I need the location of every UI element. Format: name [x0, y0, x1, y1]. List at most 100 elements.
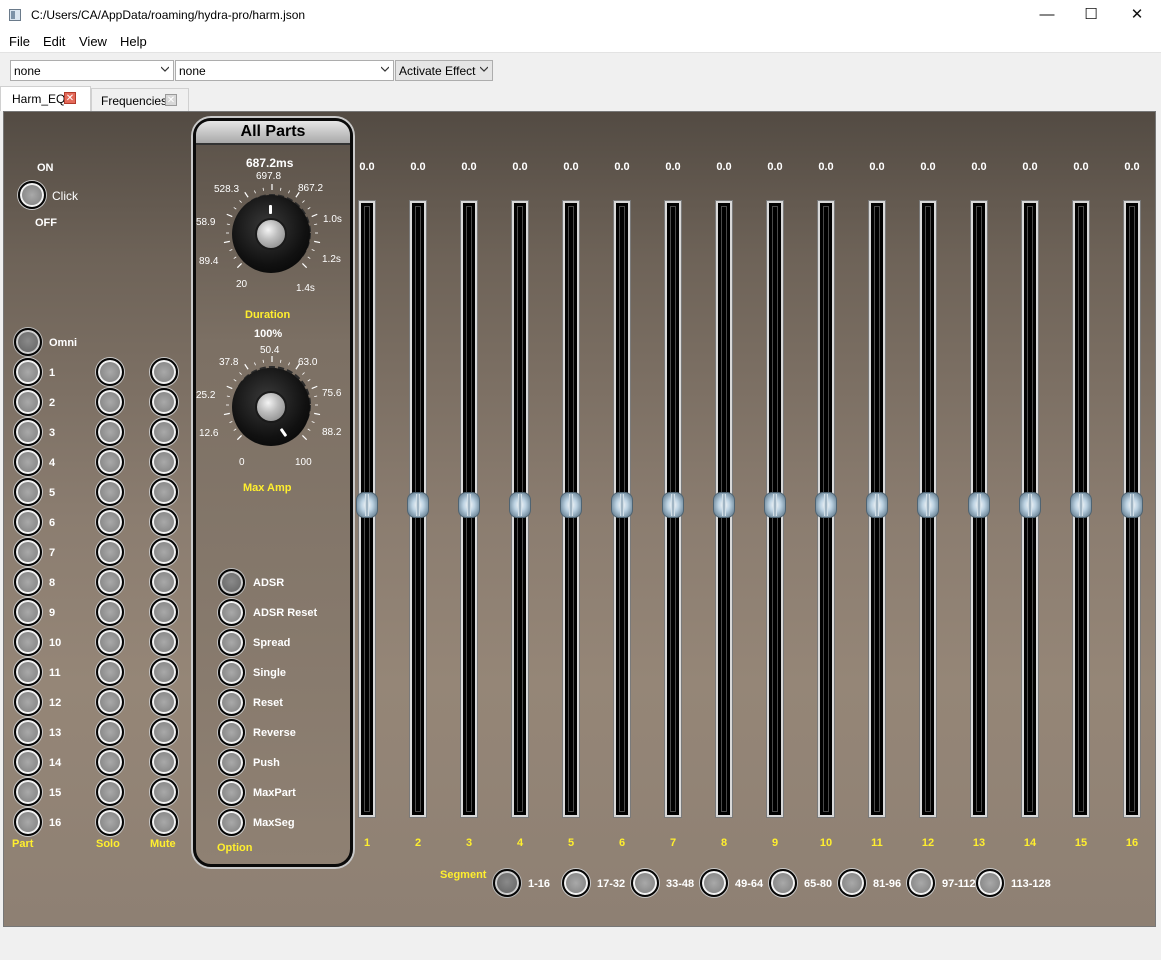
slider-handle-10[interactable]	[815, 492, 837, 518]
solo-button-10[interactable]	[96, 628, 124, 656]
mute-button-13[interactable]	[150, 718, 178, 746]
mute-button-3[interactable]	[150, 418, 178, 446]
solo-button-11[interactable]	[96, 658, 124, 686]
mute-button-10[interactable]	[150, 628, 178, 656]
solo-button-14[interactable]	[96, 748, 124, 776]
part-button-4[interactable]	[14, 448, 42, 476]
part-button-7[interactable]	[14, 538, 42, 566]
part-button-3[interactable]	[14, 418, 42, 446]
mute-button-15[interactable]	[150, 778, 178, 806]
segment-button-6[interactable]	[838, 869, 866, 897]
slider-handle-15[interactable]	[1070, 492, 1092, 518]
part-button-6[interactable]	[14, 508, 42, 536]
solo-button-16[interactable]	[96, 808, 124, 836]
part-button-13[interactable]	[14, 718, 42, 746]
knob-tick	[314, 395, 318, 398]
option-button-8[interactable]	[218, 779, 245, 806]
activate-effect-select[interactable]: Activate Effect	[395, 60, 493, 81]
mute-button-16[interactable]	[150, 808, 178, 836]
mute-button-11[interactable]	[150, 658, 178, 686]
slider-label-14: 14	[1023, 837, 1037, 849]
option-button-6[interactable]	[218, 719, 245, 746]
menu-view[interactable]: View	[79, 34, 107, 49]
minimize-button[interactable]: —	[1024, 0, 1070, 31]
solo-button-1[interactable]	[96, 358, 124, 386]
slider-handle-6[interactable]	[611, 492, 633, 518]
preset-select-2[interactable]: none	[175, 60, 394, 81]
slider-handle-16[interactable]	[1121, 492, 1143, 518]
segment-button-2[interactable]	[562, 869, 590, 897]
slider-handle-11[interactable]	[866, 492, 888, 518]
segment-button-7[interactable]	[907, 869, 935, 897]
slider-handle-14[interactable]	[1019, 492, 1041, 518]
tab-harm-eq[interactable]: Harm_EQ ✕	[0, 86, 91, 111]
slider-handle-12[interactable]	[917, 492, 939, 518]
mute-button-4[interactable]	[150, 448, 178, 476]
mute-button-7[interactable]	[150, 538, 178, 566]
slider-handle-2[interactable]	[407, 492, 429, 518]
mute-button-14[interactable]	[150, 748, 178, 776]
mute-button-5[interactable]	[150, 478, 178, 506]
segment-button-5[interactable]	[769, 869, 797, 897]
option-button-5[interactable]	[218, 689, 245, 716]
part-button-16[interactable]	[14, 808, 42, 836]
slider-handle-9[interactable]	[764, 492, 786, 518]
mute-button-6[interactable]	[150, 508, 178, 536]
part-button-1[interactable]	[14, 358, 42, 386]
part-button-15[interactable]	[14, 778, 42, 806]
option-button-9[interactable]	[218, 809, 245, 836]
menu-edit[interactable]: Edit	[43, 34, 65, 49]
option-button-2[interactable]	[218, 599, 245, 626]
slider-handle-4[interactable]	[509, 492, 531, 518]
part-button-10[interactable]	[14, 628, 42, 656]
menu-file[interactable]: File	[9, 34, 30, 49]
part-button-14[interactable]	[14, 748, 42, 776]
on-off-toggle[interactable]	[18, 181, 46, 209]
option-button-4[interactable]	[218, 659, 245, 686]
mute-button-8[interactable]	[150, 568, 178, 596]
tab-frequencies[interactable]: Frequencies ✕	[91, 88, 189, 111]
solo-button-2[interactable]	[96, 388, 124, 416]
option-button-7[interactable]	[218, 749, 245, 776]
close-tab-icon[interactable]: ✕	[165, 94, 177, 106]
close-button[interactable]: ✕	[1114, 0, 1160, 31]
segment-button-4[interactable]	[700, 869, 728, 897]
solo-button-6[interactable]	[96, 508, 124, 536]
part-button-12[interactable]	[14, 688, 42, 716]
part-button-5[interactable]	[14, 478, 42, 506]
solo-button-4[interactable]	[96, 448, 124, 476]
slider-handle-13[interactable]	[968, 492, 990, 518]
mute-button-1[interactable]	[150, 358, 178, 386]
solo-button-7[interactable]	[96, 538, 124, 566]
maximize-button[interactable]: ☐	[1068, 0, 1114, 31]
mute-button-9[interactable]	[150, 598, 178, 626]
preset-select-1[interactable]: none	[10, 60, 174, 81]
segment-button-8[interactable]	[976, 869, 1004, 897]
solo-button-3[interactable]	[96, 418, 124, 446]
menu-help[interactable]: Help	[120, 34, 147, 49]
mute-button-12[interactable]	[150, 688, 178, 716]
option-button-3[interactable]	[218, 629, 245, 656]
solo-button-15[interactable]	[96, 778, 124, 806]
part-button-8[interactable]	[14, 568, 42, 596]
segment-button-1[interactable]	[493, 869, 521, 897]
part-button-2[interactable]	[14, 388, 42, 416]
slider-handle-1[interactable]	[356, 492, 378, 518]
solo-button-8[interactable]	[96, 568, 124, 596]
segment-label-3: 33-48	[666, 878, 695, 890]
part-button-9[interactable]	[14, 598, 42, 626]
slider-handle-8[interactable]	[713, 492, 735, 518]
solo-button-13[interactable]	[96, 718, 124, 746]
solo-button-5[interactable]	[96, 478, 124, 506]
part-button-11[interactable]	[14, 658, 42, 686]
mute-button-2[interactable]	[150, 388, 178, 416]
option-button-1[interactable]	[218, 569, 245, 596]
segment-button-3[interactable]	[631, 869, 659, 897]
close-tab-icon[interactable]: ✕	[64, 92, 76, 104]
omni-button[interactable]	[14, 328, 42, 356]
solo-button-12[interactable]	[96, 688, 124, 716]
slider-handle-7[interactable]	[662, 492, 684, 518]
slider-handle-5[interactable]	[560, 492, 582, 518]
slider-handle-3[interactable]	[458, 492, 480, 518]
solo-button-9[interactable]	[96, 598, 124, 626]
